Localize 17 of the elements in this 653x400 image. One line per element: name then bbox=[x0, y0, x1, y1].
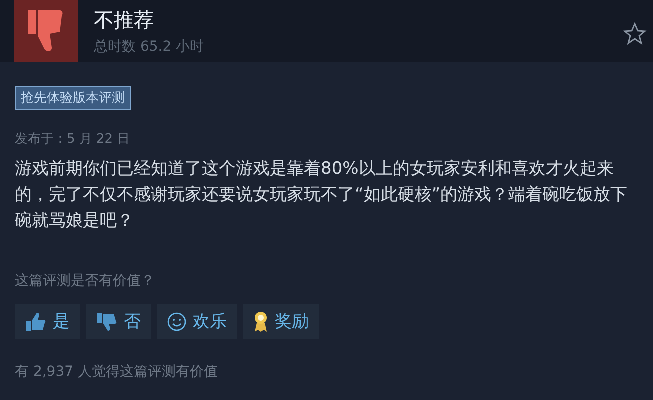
star-icon[interactable] bbox=[623, 22, 647, 46]
thumbs-down-icon bbox=[96, 312, 118, 332]
early-access-tag: 抢先体验版本评测 bbox=[15, 86, 131, 110]
smiley-icon bbox=[167, 312, 187, 332]
review-verdict: 不推荐 bbox=[94, 6, 155, 34]
thumbs-down-icon bbox=[14, 0, 78, 62]
vote-button[interactable]: 欢乐 bbox=[157, 304, 237, 339]
vote-button[interactable]: 是 bbox=[15, 304, 80, 339]
thumbs-up-icon bbox=[25, 312, 47, 332]
playtime: 总时数 65.2 小时 bbox=[94, 38, 206, 56]
helpful-question: 这篇评测是否有价值？ bbox=[15, 272, 155, 290]
posted-date: 发布于：5 月 22 日 bbox=[15, 131, 130, 148]
vote-button[interactable]: 否 bbox=[86, 304, 151, 339]
vote-button[interactable]: 奖励 bbox=[243, 304, 319, 339]
award-ribbon-icon bbox=[253, 310, 269, 332]
review-text: 游戏前期你们已经知道了这个游戏是靠着80%以上的女玩家安利和喜欢才火起来的，完了不仅不感谢玩家还要说女玩家玩不了“如此硬核”的游戏？端着碗吃饭放下碗就骂娘是吧？ bbox=[15, 158, 629, 233]
helpful-count: 有 2,937 人觉得这篇评测有价值 bbox=[15, 363, 218, 381]
